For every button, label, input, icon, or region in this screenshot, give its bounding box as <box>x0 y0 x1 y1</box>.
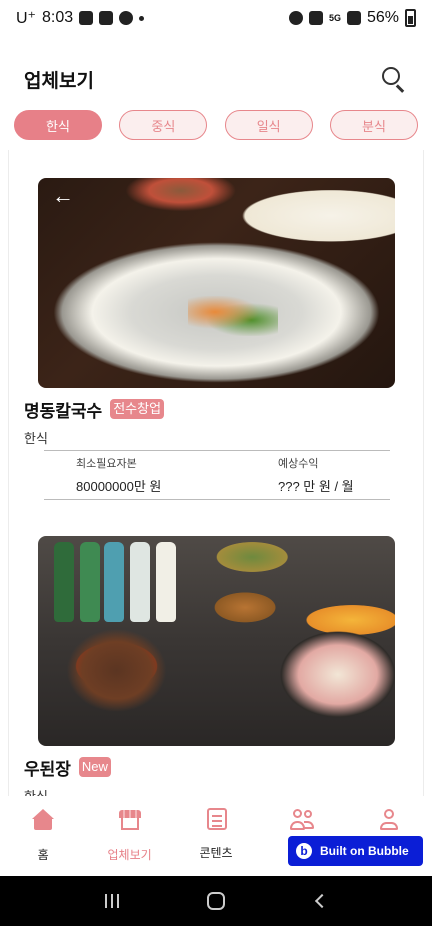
card-info: 우된장 New 한식 <box>24 754 408 796</box>
business-list[interactable]: ← 명동칼국수 전수창업 한식 최소필요자본 80000000만 원 예상수익 … <box>0 150 432 796</box>
alarm-icon <box>288 11 303 25</box>
business-badge: 전수창업 <box>110 399 165 419</box>
nav-label: 업체보기 <box>107 848 152 862</box>
nav-home[interactable]: 홈 <box>0 796 86 876</box>
home-button[interactable] <box>196 886 236 916</box>
business-badge: New <box>78 757 111 777</box>
image-icon <box>99 11 114 25</box>
business-name: 명동칼국수 <box>24 401 103 421</box>
back-arrow-icon[interactable]: ← <box>52 184 76 208</box>
recent-apps-icon <box>105 894 119 908</box>
bottle-image <box>80 542 100 622</box>
expected-income-label: 예상수익 <box>278 458 319 470</box>
system-nav-bar <box>0 876 432 926</box>
carrier-label: U⁺ <box>16 10 36 27</box>
search-icon-handle <box>396 84 405 93</box>
category-tabs: 한식 중식 일식 분식 <box>0 110 432 142</box>
tab-snack[interactable]: 분식 <box>329 110 418 140</box>
battery-icon <box>405 9 416 27</box>
status-left: U⁺ 8:03 <box>16 8 145 28</box>
bottle-image <box>130 542 150 622</box>
min-capital-label: 최소필요자본 <box>76 458 137 470</box>
business-stats: 최소필요자본 80000000만 원 예상수익 ??? 만 원 / 월 <box>44 450 390 500</box>
name-row: 우된장 New <box>24 754 408 780</box>
signal-icon <box>346 11 361 25</box>
nav-label: 콘텐츠 <box>199 846 233 860</box>
mute-icon <box>308 11 323 25</box>
business-photo: ← <box>38 178 395 388</box>
bubble-logo-icon: b <box>296 843 312 859</box>
user-icon <box>377 808 401 832</box>
bottle-image <box>156 542 176 622</box>
bottle-image <box>104 542 124 622</box>
dish-garnish <box>188 296 278 336</box>
business-name: 우된장 <box>24 759 71 779</box>
min-capital-value: 80000000만 원 <box>76 479 162 494</box>
search-icon <box>382 67 400 85</box>
min-capital-stat: 최소필요자본 80000000만 원 <box>76 455 161 495</box>
network-type-label: 5G <box>328 13 341 23</box>
document-icon <box>207 808 228 830</box>
recent-apps-button[interactable] <box>92 886 132 916</box>
clock: 8:03 <box>42 9 74 26</box>
business-category: 한식 <box>24 786 408 796</box>
card-info: 명동칼국수 전수창업 한식 최소필요자본 80000000만 원 예상수익 ??… <box>24 396 408 500</box>
bubble-badge-label: Built on Bubble <box>320 844 409 858</box>
home-icon <box>31 808 55 832</box>
business-category: 한식 <box>24 431 48 446</box>
expected-income-value: ??? 만 원 / 월 <box>278 479 354 494</box>
notification-icon <box>79 11 94 25</box>
store-icon <box>118 808 142 832</box>
business-photo <box>38 536 395 746</box>
app-notification-icon <box>119 11 134 25</box>
page-title: 업체보기 <box>24 70 94 92</box>
bottle-image <box>54 542 74 622</box>
tab-japanese[interactable]: 일식 <box>224 110 313 140</box>
battery-percent: 56% <box>366 9 399 26</box>
status-right: 5G 56% <box>288 9 416 27</box>
more-notifications-icon <box>139 15 145 21</box>
community-icon <box>290 808 315 832</box>
header: 업체보기 <box>0 56 432 102</box>
nav-label: 홈 <box>37 848 49 862</box>
nav-browse[interactable]: 업체보기 <box>86 796 172 876</box>
tab-chinese[interactable]: 중식 <box>119 110 208 140</box>
expected-income-stat: 예상수익 ??? 만 원 / 월 <box>278 455 354 495</box>
built-on-bubble-badge[interactable]: b Built on Bubble <box>288 836 423 866</box>
tab-korean[interactable]: 한식 <box>14 110 102 140</box>
status-bar: U⁺ 8:03 5G 56% <box>0 0 432 36</box>
back-chevron-icon <box>314 893 330 909</box>
search-button[interactable] <box>380 65 408 93</box>
home-circle-icon <box>207 892 225 910</box>
name-row: 명동칼국수 전수창업 <box>24 396 408 422</box>
back-button[interactable] <box>300 886 340 916</box>
nav-contents[interactable]: 콘텐츠 <box>173 796 259 876</box>
